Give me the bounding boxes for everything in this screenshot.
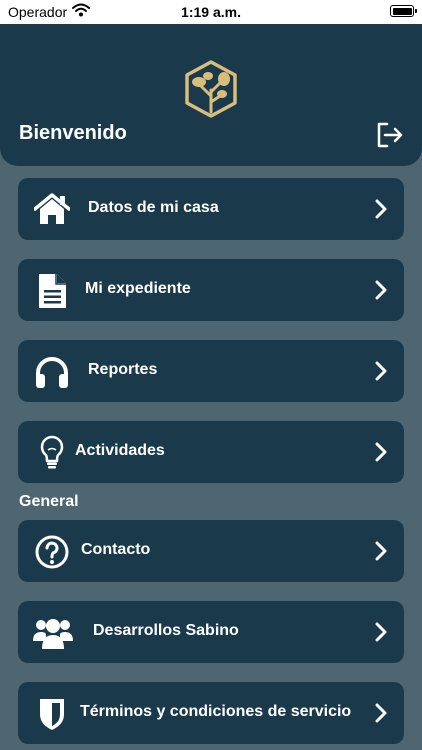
menu-item-desarrollos[interactable]: Desarrollos Sabino bbox=[18, 601, 404, 663]
shield-icon bbox=[40, 699, 64, 730]
status-bar: Operador 1:19 a.m. bbox=[0, 0, 422, 24]
menu-item-expediente[interactable]: Mi expediente bbox=[18, 259, 404, 321]
house-icon bbox=[34, 193, 70, 224]
menu-item-label: Reportes bbox=[88, 361, 158, 378]
header: Bienvenido bbox=[0, 24, 422, 166]
chevron-right-icon bbox=[375, 703, 387, 723]
chevron-right-icon bbox=[375, 361, 387, 381]
menu-item-reportes[interactable]: Reportes bbox=[18, 340, 404, 402]
menu-item-actividades[interactable]: Actividades bbox=[18, 421, 404, 483]
headphones-icon bbox=[36, 357, 68, 388]
lightbulb-icon bbox=[40, 435, 64, 469]
menu-item-label: Términos y condiciones de servicio bbox=[80, 703, 352, 720]
menu-item-datos-casa[interactable]: Datos de mi casa bbox=[18, 178, 404, 240]
section-title-general: General bbox=[19, 493, 79, 510]
battery-icon bbox=[390, 5, 417, 17]
menu-item-label: Datos de mi casa bbox=[88, 199, 219, 216]
chevron-right-icon bbox=[375, 622, 387, 642]
chevron-right-icon bbox=[375, 541, 387, 561]
menu-item-label: Mi expediente bbox=[85, 280, 191, 297]
menu-item-label: Actividades bbox=[75, 442, 165, 459]
status-time: 1:19 a.m. bbox=[181, 4, 241, 20]
welcome-title: Bienvenido bbox=[19, 122, 127, 144]
menu-item-contacto[interactable]: Contacto bbox=[18, 520, 404, 582]
chevron-right-icon bbox=[375, 442, 387, 462]
logout-icon[interactable] bbox=[376, 122, 404, 148]
chevron-right-icon bbox=[375, 280, 387, 300]
chevron-right-icon bbox=[375, 199, 387, 219]
menu-item-label: Desarrollos Sabino bbox=[93, 622, 239, 639]
users-icon bbox=[33, 619, 73, 649]
question-circle-icon bbox=[35, 535, 69, 569]
document-icon bbox=[39, 274, 66, 308]
tree-logo-icon bbox=[185, 60, 237, 118]
menu-item-label: Contacto bbox=[81, 541, 151, 558]
menu-item-terminos[interactable]: Términos y condiciones de servicio bbox=[18, 682, 404, 744]
